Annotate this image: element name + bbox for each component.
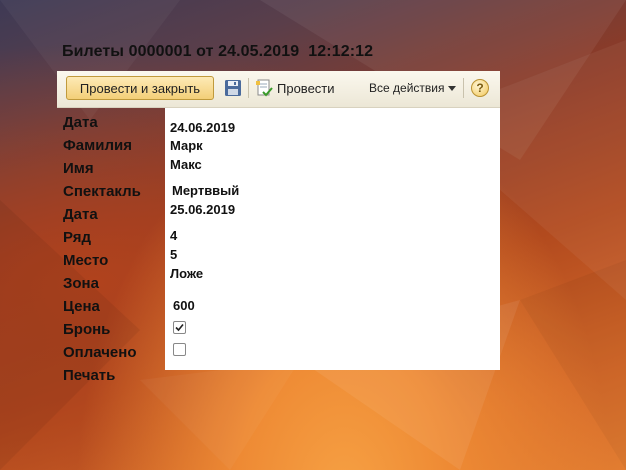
all-actions-label: Все действия <box>369 81 445 95</box>
name-field[interactable]: Макс <box>170 157 202 172</box>
window-title: Билеты 0000001 от 24.05.2019 12:12:12 <box>62 43 374 60</box>
label-show-date: Дата <box>63 206 98 223</box>
toolbar: Провести и закрыть Провести Все действия… <box>57 71 500 108</box>
help-icon[interactable]: ? <box>471 79 489 97</box>
label-price: Цена <box>63 298 100 315</box>
checkmark-icon <box>175 323 184 332</box>
paid-checkbox[interactable] <box>173 343 186 356</box>
show-date-field[interactable]: 25.06.2019 <box>170 202 235 217</box>
label-seat: Место <box>63 252 109 269</box>
toolbar-separator <box>463 78 464 98</box>
floppy-disk-icon[interactable] <box>224 79 242 97</box>
label-row: Ряд <box>63 229 92 246</box>
label-print: Печать <box>63 367 116 384</box>
document-post-icon <box>256 79 273 97</box>
label-zone: Зона <box>63 275 99 292</box>
label-date: Дата <box>63 114 98 131</box>
price-field[interactable]: 600 <box>173 298 195 313</box>
toolbar-separator <box>248 78 249 98</box>
label-name: Имя <box>63 160 94 177</box>
date-field[interactable]: 24.06.2019 <box>170 120 235 135</box>
play-field[interactable]: Мертввый <box>172 183 239 198</box>
form-values-panel <box>165 108 500 370</box>
zone-field[interactable]: Ложе <box>170 266 203 281</box>
post-and-close-button[interactable]: Провести и закрыть <box>66 76 214 100</box>
all-actions-menu[interactable]: Все действия <box>369 77 457 99</box>
label-paid: Оплачено <box>63 344 137 361</box>
post-button-label: Провести <box>277 80 335 96</box>
reserved-checkbox[interactable] <box>173 321 186 334</box>
seat-field[interactable]: 5 <box>170 247 177 262</box>
dropdown-arrow-icon <box>448 86 457 91</box>
label-play: Спектакль <box>63 183 141 200</box>
row-field[interactable]: 4 <box>170 228 177 243</box>
label-reserved: Бронь <box>63 321 111 338</box>
post-button[interactable]: Провести <box>255 77 335 99</box>
label-surname: Фамилия <box>63 137 132 154</box>
surname-field[interactable]: Марк <box>170 138 203 153</box>
